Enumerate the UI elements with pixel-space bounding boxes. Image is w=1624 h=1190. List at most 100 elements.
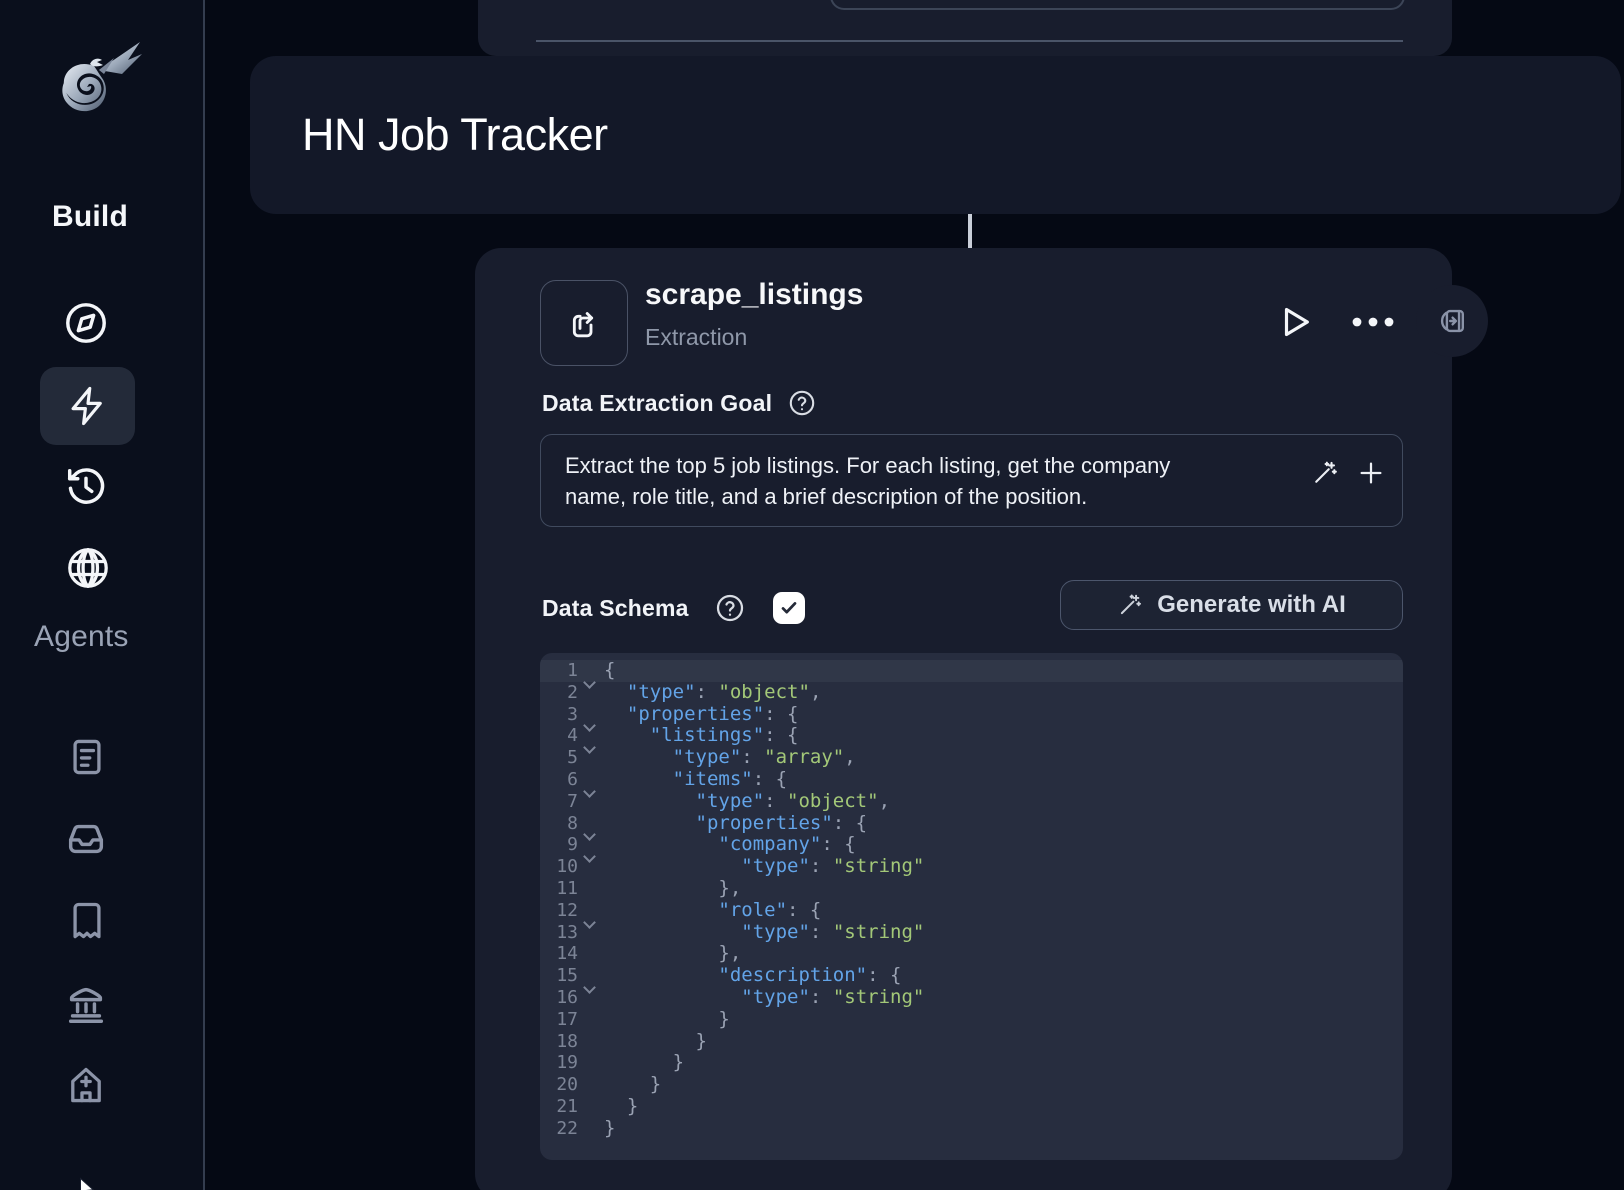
card-divider (536, 40, 1403, 42)
code-line[interactable]: 1{ (540, 660, 1403, 682)
code-text: "type": "string" (604, 987, 924, 1009)
sidebar-item-credentials[interactable] (62, 980, 110, 1028)
workflow-title: HN Job Tracker (250, 109, 608, 161)
code-text: } (604, 1096, 638, 1118)
sidebar-section-agents: Agents (34, 620, 129, 654)
code-text: "properties": { (604, 704, 799, 726)
dragon-logo (44, 36, 144, 140)
code-line[interactable]: 21 } (546, 1096, 1403, 1118)
inbox-icon (63, 816, 109, 862)
node-type-tile[interactable] (540, 280, 628, 366)
line-number: 15 (546, 965, 578, 987)
code-text: }, (604, 943, 741, 965)
goal-textarea[interactable]: Extract the top 5 job listings. For each… (540, 434, 1403, 527)
code-text: } (604, 1118, 615, 1140)
line-number: 20 (546, 1074, 578, 1096)
code-line[interactable]: 4 "listings": { (546, 725, 1403, 747)
code-line[interactable]: 2 "type": "object", (546, 682, 1403, 704)
sidebar-item-discover[interactable] (62, 299, 110, 347)
code-line[interactable]: 20 } (546, 1074, 1403, 1096)
code-text: "role": { (604, 900, 821, 922)
workflow-builder-app: Build (0, 0, 1624, 1190)
run-node-button[interactable] (1273, 301, 1315, 343)
code-line[interactable]: 6 "items": { (546, 769, 1403, 791)
code-line[interactable]: 13 "type": "string" (546, 922, 1403, 944)
line-number: 5 (546, 747, 578, 769)
code-text: "type": "object", (604, 791, 890, 813)
line-number: 4 (546, 725, 578, 747)
code-text: "company": { (604, 834, 856, 856)
node-handle-button[interactable] (1416, 285, 1488, 357)
code-text: "properties": { (604, 813, 867, 835)
code-text: "description": { (604, 965, 901, 987)
compass-icon (63, 300, 109, 346)
sidebar-item-organization[interactable] (63, 1062, 109, 1108)
code-text: } (604, 1074, 661, 1096)
question-icon[interactable] (788, 389, 816, 417)
sidebar-section-build: Build (52, 200, 128, 234)
code-line[interactable]: 19 } (546, 1052, 1403, 1074)
line-number: 1 (546, 660, 578, 682)
node-menu-button[interactable] (1349, 310, 1397, 334)
code-line[interactable]: 5 "type": "array", (546, 747, 1403, 769)
code-line[interactable]: 3 "properties": { (546, 704, 1403, 726)
code-line[interactable]: 8 "properties": { (546, 813, 1403, 835)
sidebar-item-workflows-active[interactable] (40, 367, 135, 445)
form-icon (65, 735, 109, 779)
code-text: "type": "object", (604, 682, 821, 704)
partial-input-field[interactable] (830, 0, 1405, 10)
code-text: "listings": { (604, 725, 798, 747)
goal-label: Data Extraction Goal (542, 390, 772, 417)
schema-enabled-checkbox[interactable] (773, 592, 805, 624)
line-number: 10 (546, 856, 578, 878)
ellipsis-icon (1349, 310, 1397, 334)
globe-icon (65, 545, 111, 591)
previous-node-card-partial (478, 0, 1452, 56)
code-line[interactable]: 15 "description": { (546, 965, 1403, 987)
code-line[interactable]: 18 } (546, 1031, 1403, 1053)
code-line[interactable]: 14 }, (546, 943, 1403, 965)
node-type-label: Extraction (645, 324, 747, 351)
code-line[interactable]: 7 "type": "object", (546, 791, 1403, 813)
sidebar-item-receipts[interactable] (64, 898, 110, 944)
wand-icon (1117, 592, 1143, 618)
code-line[interactable]: 10 "type": "string" (546, 856, 1403, 878)
line-number: 21 (546, 1096, 578, 1118)
code-line[interactable]: 17 } (546, 1009, 1403, 1031)
sidebar-item-forms[interactable] (64, 734, 110, 780)
line-number: 7 (546, 791, 578, 813)
code-line[interactable]: 11 }, (546, 878, 1403, 900)
line-number: 2 (546, 682, 578, 704)
line-number: 14 (546, 943, 578, 965)
line-number: 22 (546, 1118, 578, 1140)
lightning-icon (67, 385, 109, 427)
node-card-scrape-listings: scrape_listings Extraction Data Extracti… (475, 248, 1452, 1190)
question-icon[interactable] (715, 593, 745, 623)
receipt-icon (65, 899, 109, 943)
line-number: 19 (546, 1052, 578, 1074)
code-text: }, (604, 878, 741, 900)
plus-icon[interactable] (1356, 458, 1386, 488)
wand-icon[interactable] (1311, 459, 1339, 487)
code-text: "type": "string" (604, 856, 924, 878)
line-number: 9 (546, 834, 578, 856)
workflow-title-card[interactable]: HN Job Tracker (250, 56, 1621, 214)
line-number: 11 (546, 878, 578, 900)
code-line[interactable]: 12 "role": { (546, 900, 1403, 922)
generate-with-ai-button[interactable]: Generate with AI (1060, 580, 1403, 630)
sidebar-item-history[interactable] (62, 462, 110, 510)
schema-code-editor[interactable]: 1{2 "type": "object",3 "properties": {4 … (540, 653, 1403, 1160)
sidebar-item-inbox[interactable] (62, 815, 110, 863)
hospital-icon (64, 1063, 108, 1107)
mouse-cursor (76, 1176, 100, 1190)
code-line[interactable]: 22} (546, 1118, 1403, 1140)
code-text: } (604, 1052, 684, 1074)
history-icon (63, 463, 109, 509)
code-text: } (604, 1031, 707, 1053)
line-number: 16 (546, 987, 578, 1009)
code-line[interactable]: 16 "type": "string" (546, 987, 1403, 1009)
share-icon (564, 303, 604, 343)
sidebar-item-browser[interactable] (64, 544, 112, 592)
code-text: } (604, 1009, 730, 1031)
code-line[interactable]: 9 "company": { (546, 834, 1403, 856)
